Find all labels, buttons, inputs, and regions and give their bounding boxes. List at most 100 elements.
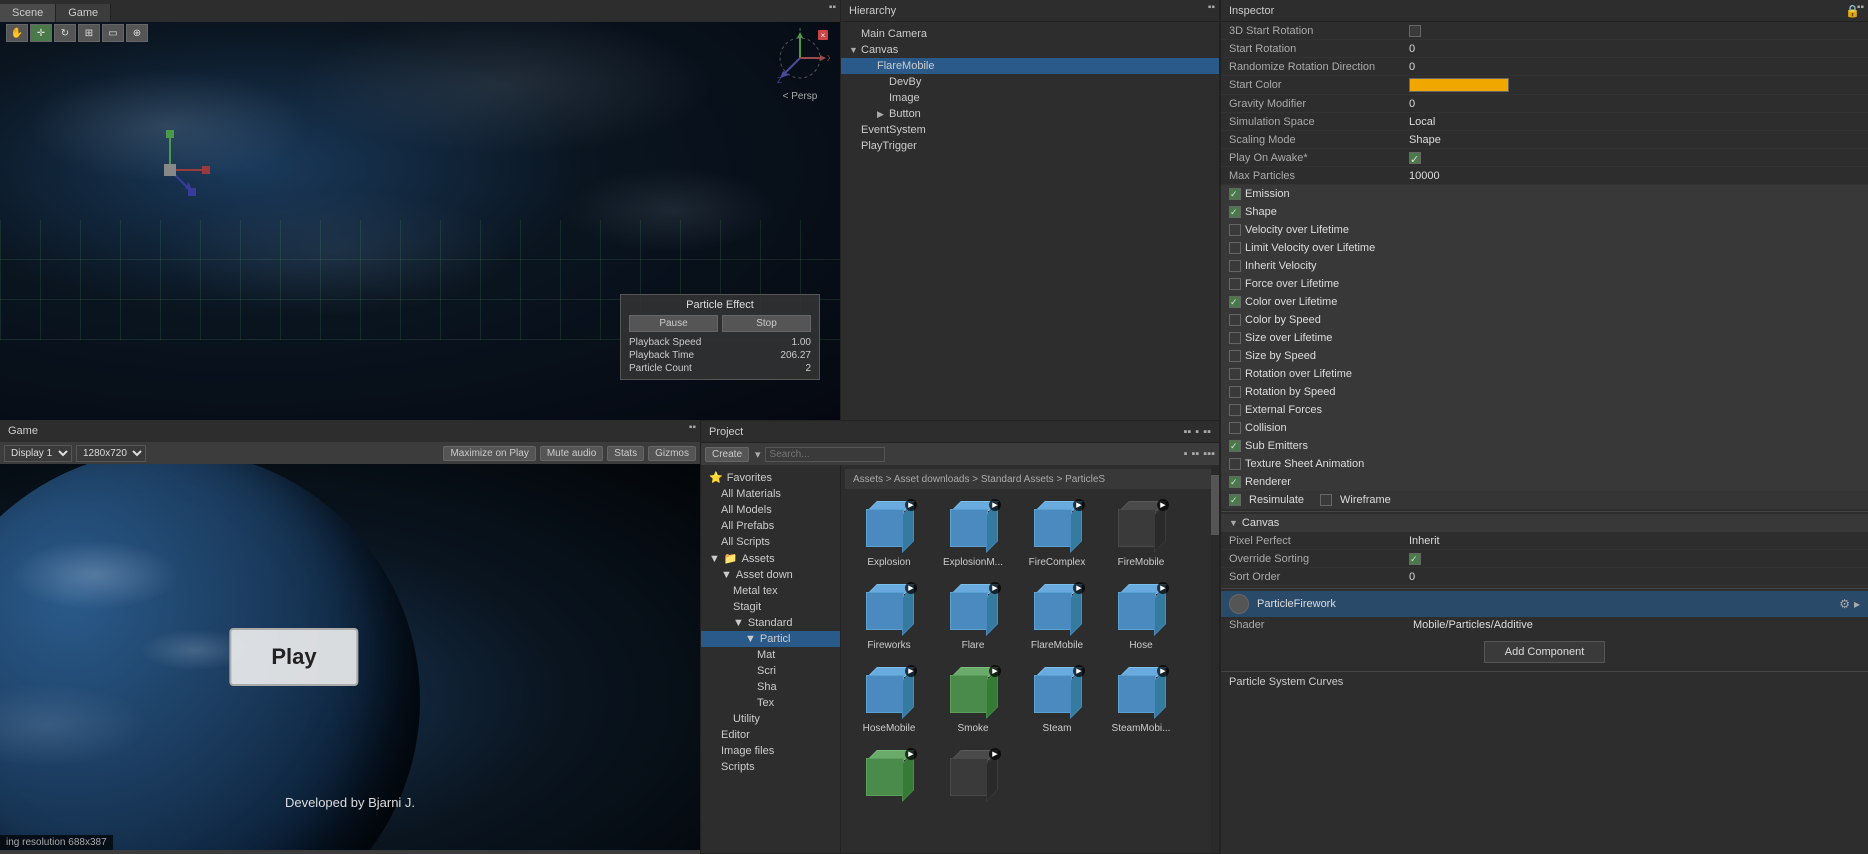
- tool-move[interactable]: ✛: [30, 24, 52, 42]
- sidebar-image-files[interactable]: Image files: [701, 743, 840, 759]
- game-maximize[interactable]: ▪▪: [689, 422, 696, 433]
- tool-transform[interactable]: ⊕: [126, 24, 148, 42]
- add-component-button[interactable]: Add Component: [1484, 641, 1606, 663]
- asset-flaremobile[interactable]: ▶ FlareMobile: [1017, 576, 1097, 655]
- sidebar-standard[interactable]: ▼ Standard: [701, 615, 840, 631]
- checkbox-3d-start-rotation[interactable]: [1409, 25, 1421, 37]
- sidebar-mat[interactable]: Mat: [701, 647, 840, 663]
- tree-event-system[interactable]: EventSystem: [841, 122, 1219, 138]
- section-sub-emitters[interactable]: ✓ Sub Emitters: [1221, 437, 1868, 455]
- section-collision[interactable]: Collision: [1221, 419, 1868, 437]
- asset-steammobi[interactable]: ▶ SteamMobi...: [1101, 659, 1181, 738]
- section-renderer[interactable]: ✓ Renderer: [1221, 473, 1868, 491]
- sidebar-metal-tex[interactable]: Metal tex: [701, 583, 840, 599]
- checkbox-inherit-velocity[interactable]: [1229, 260, 1241, 272]
- asset-steam[interactable]: ▶ Steam: [1017, 659, 1097, 738]
- pf-icon-1[interactable]: ⚙: [1839, 597, 1850, 611]
- section-size-lifetime[interactable]: Size over Lifetime: [1221, 329, 1868, 347]
- section-texture-sheet[interactable]: Texture Sheet Animation: [1221, 455, 1868, 473]
- project-scrollbar-thumb[interactable]: [1211, 475, 1219, 535]
- sidebar-scri[interactable]: Scri: [701, 663, 840, 679]
- section-velocity-lifetime[interactable]: Velocity over Lifetime: [1221, 221, 1868, 239]
- project-search-input[interactable]: [765, 447, 885, 462]
- tree-image[interactable]: Image: [841, 90, 1219, 106]
- proj-icon3[interactable]: ▪▪▪: [1203, 448, 1215, 460]
- section-limit-velocity[interactable]: Limit Velocity over Lifetime: [1221, 239, 1868, 257]
- asset-explosionm[interactable]: ▶ ExplosionM...: [933, 493, 1013, 572]
- section-canvas[interactable]: ▼ Canvas: [1221, 514, 1868, 532]
- asset-hose[interactable]: ▶ Hose: [1101, 576, 1181, 655]
- section-color-lifetime[interactable]: ✓ Color over Lifetime: [1221, 293, 1868, 311]
- sidebar-all-materials[interactable]: All Materials: [701, 486, 840, 502]
- sidebar-tex[interactable]: Tex: [701, 695, 840, 711]
- section-size-speed[interactable]: Size by Speed: [1221, 347, 1868, 365]
- checkbox-emission[interactable]: ✓: [1229, 188, 1241, 200]
- hierarchy-tab-label[interactable]: Hierarchy: [849, 5, 896, 17]
- sidebar-sha[interactable]: Sha: [701, 679, 840, 695]
- sidebar-favorites[interactable]: ⭐ Favorites: [701, 469, 840, 486]
- gizmos-btn[interactable]: Gizmos: [648, 446, 696, 461]
- sidebar-all-scripts[interactable]: All Scripts: [701, 534, 840, 550]
- stats-btn[interactable]: Stats: [607, 446, 644, 461]
- sidebar-particl[interactable]: ▼ Particl: [701, 631, 840, 647]
- checkbox-rotation-lifetime[interactable]: [1229, 368, 1241, 380]
- tool-hand[interactable]: ✋: [6, 24, 28, 42]
- checkbox-limit-velocity[interactable]: [1229, 242, 1241, 254]
- tree-flare-mobile[interactable]: FlareMobile: [841, 58, 1219, 74]
- project-header-icon1[interactable]: ▪▪: [1183, 426, 1191, 438]
- asset-fireworks[interactable]: ▶ Fireworks: [849, 576, 929, 655]
- checkbox-play-on-awake[interactable]: ✓: [1409, 152, 1421, 164]
- tree-play-trigger[interactable]: PlayTrigger: [841, 138, 1219, 154]
- proj-icon1[interactable]: ▪: [1184, 448, 1188, 460]
- section-force-lifetime[interactable]: Force over Lifetime: [1221, 275, 1868, 293]
- checkbox-size-speed[interactable]: [1229, 350, 1241, 362]
- checkbox-force-lifetime[interactable]: [1229, 278, 1241, 290]
- section-inherit-velocity[interactable]: Inherit Velocity: [1221, 257, 1868, 275]
- checkbox-wireframe[interactable]: [1320, 494, 1332, 506]
- stop-button[interactable]: Stop: [722, 315, 811, 332]
- maximize-icon[interactable]: ▪▪: [829, 2, 836, 13]
- asset-smoke[interactable]: ▶ Smoke: [933, 659, 1013, 738]
- tool-rect[interactable]: ▭: [102, 24, 124, 42]
- sidebar-asset-down[interactable]: ▼ Asset down: [701, 567, 840, 583]
- maximize-play-btn[interactable]: Maximize on Play: [443, 446, 535, 461]
- sidebar-stagit[interactable]: Stagit: [701, 599, 840, 615]
- asset-hosemobile[interactable]: ▶ HoseMobile: [849, 659, 929, 738]
- color-swatch-start[interactable]: [1409, 78, 1509, 92]
- inspector-tab-label[interactable]: Inspector: [1229, 5, 1274, 17]
- create-button[interactable]: Create: [705, 447, 749, 462]
- checkbox-external-forces[interactable]: [1229, 404, 1241, 416]
- sidebar-all-prefabs[interactable]: All Prefabs: [701, 518, 840, 534]
- checkbox-rotation-speed[interactable]: [1229, 386, 1241, 398]
- section-external-forces[interactable]: External Forces: [1221, 401, 1868, 419]
- sidebar-assets[interactable]: ▼ 📁 Assets: [701, 550, 840, 567]
- checkbox-color-lifetime[interactable]: ✓: [1229, 296, 1241, 308]
- play-button[interactable]: Play: [229, 628, 358, 686]
- tree-devby[interactable]: DevBy: [841, 74, 1219, 90]
- checkbox-resimulate[interactable]: ✓: [1229, 494, 1241, 506]
- asset-extra2[interactable]: ▶: [933, 742, 1013, 810]
- tree-main-camera[interactable]: Main Camera: [841, 26, 1219, 42]
- tab-game-scene[interactable]: Game: [56, 4, 111, 22]
- pause-button[interactable]: Pause: [629, 315, 718, 332]
- sidebar-utility[interactable]: Utility: [701, 711, 840, 727]
- checkbox-renderer[interactable]: ✓: [1229, 476, 1241, 488]
- asset-extra1[interactable]: ▶: [849, 742, 929, 810]
- resolution-select[interactable]: 1280x720: [76, 445, 146, 462]
- asset-firemobile[interactable]: ▶ FireMobile: [1101, 493, 1181, 572]
- section-color-speed[interactable]: Color by Speed: [1221, 311, 1868, 329]
- section-rotation-speed[interactable]: Rotation by Speed: [1221, 383, 1868, 401]
- sidebar-all-models[interactable]: All Models: [701, 502, 840, 518]
- create-dropdown-icon[interactable]: ▾: [755, 448, 761, 461]
- checkbox-velocity-lifetime[interactable]: [1229, 224, 1241, 236]
- sidebar-scripts[interactable]: Scripts: [701, 759, 840, 775]
- project-tab-label[interactable]: Project: [709, 426, 743, 438]
- inspector-maximize[interactable]: ▪▪: [1857, 2, 1864, 13]
- project-header-icon2[interactable]: ▪: [1195, 426, 1199, 438]
- checkbox-color-speed[interactable]: [1229, 314, 1241, 326]
- section-shape[interactable]: ✓ Shape: [1221, 203, 1868, 221]
- pf-icon-2[interactable]: ▸: [1854, 597, 1860, 611]
- proj-icon2[interactable]: ▪▪: [1191, 448, 1199, 460]
- asset-flare[interactable]: ▶ Flare: [933, 576, 1013, 655]
- tool-rotate[interactable]: ↻: [54, 24, 76, 42]
